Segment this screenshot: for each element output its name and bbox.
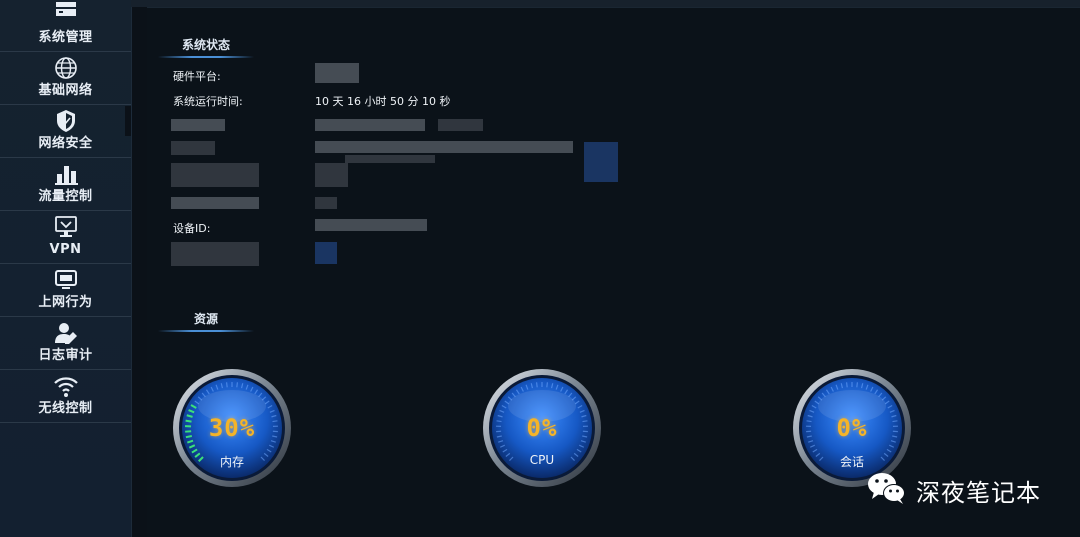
memory-gauge: 30% 内存 (172, 368, 292, 488)
tab-label: 系统状态 (181, 38, 230, 52)
redacted-hardware-value (315, 63, 359, 83)
hardware-platform-label: 硬件平台: (173, 70, 221, 83)
memory-label: 内存 (219, 455, 244, 469)
memory-percent: 30% (208, 414, 256, 442)
sidebar-notch (125, 106, 131, 136)
redacted-value (315, 119, 425, 131)
redacted-value (315, 141, 573, 153)
tab-label: 资源 (193, 312, 218, 326)
app-root: 系统管理 基础网络 网络安全 流量控制 VPN 上网行为 日志审计 无线控制 系… (0, 0, 1080, 537)
sidebar-item-traffic-control[interactable]: 流量控制 (0, 158, 131, 211)
watermark-text: 深夜笔记本 (916, 478, 1041, 507)
gauge-tick (535, 382, 538, 388)
globe-icon (53, 56, 79, 80)
redacted-value (584, 142, 618, 182)
monitor-icon (53, 268, 79, 292)
session-percent: 0% (836, 414, 868, 442)
sidebar-item-label: 无线控制 (38, 401, 93, 416)
redacted-value (345, 155, 435, 163)
wifi-icon (53, 374, 79, 398)
sidebar-item-label: 系统管理 (38, 30, 93, 45)
tab-system-status[interactable]: 系统状态 (158, 36, 254, 58)
tab-underline (158, 330, 254, 332)
sidebar-item-label: 网络安全 (38, 136, 93, 151)
redacted-label (171, 197, 259, 209)
sidebar-item-label: VPN (49, 242, 82, 257)
cpu-label: CPU (529, 453, 555, 467)
sidebar-item-basic-network[interactable]: 基础网络 (0, 52, 131, 105)
sidebar-item-system-management[interactable]: 系统管理 (0, 0, 131, 52)
top-bar (131, 0, 1080, 7)
gauge-tick (236, 382, 239, 388)
tab-resources[interactable]: 资源 (158, 310, 254, 332)
sidebar-item-log-audit[interactable]: 日志审计 (0, 317, 131, 370)
sidebar-item-label: 上网行为 (38, 295, 93, 310)
redacted-value (315, 163, 348, 187)
session-label: 会话 (839, 455, 864, 469)
gauge-tick (225, 382, 228, 388)
gauge-tick (845, 382, 848, 388)
redacted-device-id (315, 219, 427, 231)
wechat-icon (866, 470, 908, 510)
server-icon (53, 0, 79, 18)
watermark: 深夜笔记本 (866, 470, 1041, 510)
redacted-label (171, 163, 259, 187)
sidebar-item-internet-behavior[interactable]: 上网行为 (0, 264, 131, 317)
tab-underline (158, 56, 254, 58)
uptime-label: 系统运行时间: (173, 95, 243, 108)
user-edit-icon (53, 321, 79, 345)
redacted-value (315, 242, 337, 264)
sidebar-item-label: 日志审计 (38, 348, 93, 363)
sidebar: 系统管理 基础网络 网络安全 流量控制 VPN 上网行为 日志审计 无线控制 (0, 0, 132, 537)
sidebar-item-wireless-control[interactable]: 无线控制 (0, 370, 131, 423)
bar-chart-icon (53, 162, 79, 186)
gauge-tick (546, 382, 549, 388)
redacted-value (438, 119, 483, 131)
cpu-percent: 0% (526, 414, 558, 442)
sidebar-item-label: 流量控制 (38, 189, 93, 204)
redacted-label (171, 119, 225, 131)
sidebar-item-network-security[interactable]: 网络安全 (0, 105, 131, 158)
shield-icon (53, 109, 79, 133)
sidebar-item-label: 基础网络 (38, 83, 93, 98)
sidebar-item-vpn[interactable]: VPN (0, 211, 131, 264)
device-id-label: 设备ID: (173, 222, 211, 235)
uptime-value: 10 天 16 小时 50 分 10 秒 (315, 95, 451, 108)
redacted-label (171, 242, 259, 266)
gauge-tick (856, 382, 859, 388)
redacted-value (315, 197, 337, 209)
cpu-gauge: 0% CPU (482, 368, 602, 488)
monitor-vpn-icon (53, 215, 79, 239)
redacted-label (171, 141, 215, 155)
